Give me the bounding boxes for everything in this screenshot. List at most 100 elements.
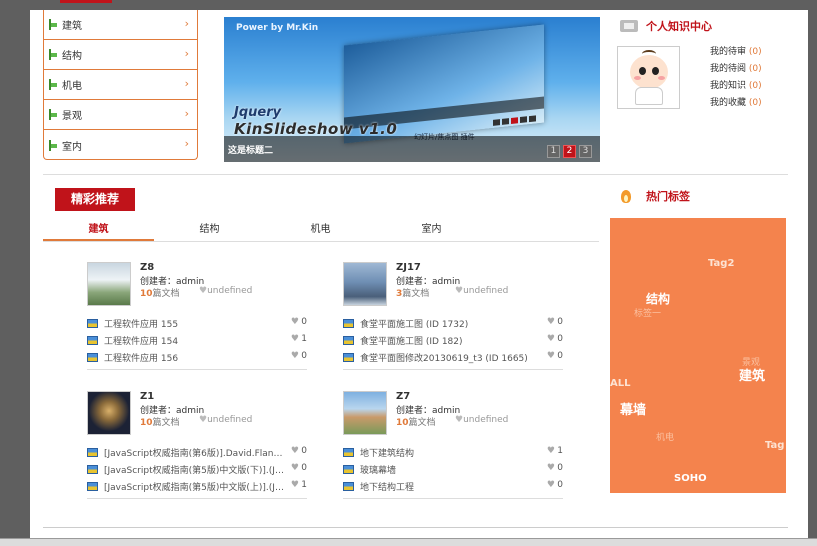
slideshow[interactable]: Power by Mr.Kin Jquery KinSlideshow v1.0… — [224, 17, 600, 162]
tag-item[interactable]: 幕墙 — [620, 399, 646, 418]
card-code[interactable]: Z1 — [140, 391, 154, 402]
personal-center-links: 我的待审 (0) 我的待阅 (0) 我的知识 (0) 我的收藏 (0) — [710, 44, 762, 112]
book-icon — [343, 448, 354, 457]
slideshow-caption: 这是标题二 — [228, 146, 274, 156]
top-strip — [0, 0, 817, 10]
tag-item[interactable]: ALL — [610, 378, 630, 389]
mailbox-icon — [620, 20, 638, 32]
list-item[interactable]: 食堂平面施工图 (ID 1732) ♥ 0 — [343, 316, 563, 333]
card-like[interactable]: ♥undefined — [455, 415, 508, 425]
tab-architecture[interactable]: 建筑 — [43, 220, 154, 241]
tag-item[interactable]: Tag2 — [708, 258, 734, 269]
card-code[interactable]: Z7 — [396, 391, 410, 402]
avatar[interactable] — [617, 46, 680, 109]
tag-item[interactable]: 结构 — [646, 290, 670, 307]
slideshow-page-button[interactable]: 2 — [563, 145, 576, 158]
chevron-right-icon: › — [184, 107, 189, 120]
book-icon — [87, 319, 98, 328]
link-my-knowledge[interactable]: 我的知识 (0) — [710, 78, 762, 95]
list-item[interactable]: 工程软件应用 155 ♥ 0 — [87, 316, 307, 333]
book-icon — [343, 465, 354, 474]
category-label: 室内 — [62, 141, 82, 153]
list-item[interactable]: 食堂平面施工图 (ID 182) ♥ 0 — [343, 333, 563, 350]
heart-icon: ♥ — [290, 463, 299, 473]
card-doc-count: 10篇文档 — [396, 418, 436, 428]
category-item-mep[interactable]: 机电 › — [44, 70, 197, 100]
heart-icon: ♥ — [546, 446, 555, 456]
book-icon — [343, 319, 354, 328]
list-item[interactable]: [JavaScript权威指南(第5版)中文版(上)].(Java... ♥ 1 — [87, 479, 307, 496]
book-icon — [343, 482, 354, 491]
heart-icon: ♥ — [546, 463, 555, 473]
flag-icon — [48, 139, 59, 151]
book-icon — [87, 482, 98, 491]
heart-icon: ♥ — [290, 446, 299, 456]
heart-icon: ♥ — [290, 480, 299, 490]
card-code[interactable]: ZJ17 — [396, 262, 421, 273]
card-thumbnail[interactable] — [87, 391, 131, 435]
category-item-structure[interactable]: 结构 › — [44, 40, 197, 70]
card-doc-count: 3篇文档 — [396, 289, 430, 299]
card-thumbnail[interactable] — [343, 262, 387, 306]
list-item[interactable]: [JavaScript权威指南(第5版)中文版(下)].(Java... ♥ 0 — [87, 462, 307, 479]
featured-tabs: 建筑 结构 机电 室内 — [43, 220, 599, 242]
book-icon — [87, 448, 98, 457]
tag-item[interactable]: 机电 — [656, 430, 674, 443]
card-doc-count: 10篇文档 — [140, 289, 180, 299]
book-icon — [343, 336, 354, 345]
list-item[interactable]: [JavaScript权威指南(第6版)].David.Flanaga... ♥ 0 — [87, 445, 307, 462]
chevron-right-icon: › — [184, 47, 189, 60]
slideshow-page-button[interactable]: 3 — [579, 145, 592, 158]
card-code[interactable]: Z8 — [140, 262, 154, 273]
link-my-pending-read[interactable]: 我的待阅 (0) — [710, 61, 762, 78]
personal-center-title: 个人知识中心 — [646, 20, 712, 33]
hot-tags-header: 热门标签 — [620, 188, 690, 204]
card-thumbnail[interactable] — [343, 391, 387, 435]
card-like[interactable]: ♥undefined — [199, 415, 252, 425]
card-like[interactable]: ♥undefined — [455, 286, 508, 296]
tab-structure[interactable]: 结构 — [154, 220, 265, 241]
heart-icon: ♥ — [199, 286, 208, 296]
divider — [43, 174, 788, 175]
page-content: 建筑 › 结构 › 机电 › 景观 › 室内 › Power by Mr.Kin — [30, 10, 808, 540]
category-label: 机电 — [62, 81, 82, 92]
flag-icon — [48, 79, 59, 90]
category-item-interior[interactable]: 室内 › — [44, 130, 197, 160]
book-icon — [343, 353, 354, 362]
slideshow-caption-bar: 这是标题二 — [224, 136, 600, 162]
card-thumbnail[interactable] — [87, 262, 131, 306]
slideshow-pager: 1 2 3 — [547, 145, 592, 158]
heart-icon: ♥ — [546, 480, 555, 490]
chevron-right-icon: › — [184, 77, 189, 90]
category-item-architecture[interactable]: 建筑 › — [44, 10, 197, 40]
tag-item[interactable]: 标签一 — [634, 306, 661, 319]
tab-mep[interactable]: 机电 — [265, 220, 376, 241]
card-doc-count: 10篇文档 — [140, 418, 180, 428]
list-item[interactable]: 工程软件应用 156 ♥ 0 — [87, 350, 307, 367]
brand-line1: Jquery — [234, 105, 282, 120]
tag-item[interactable]: 建筑 — [739, 365, 765, 384]
link-my-pending-review[interactable]: 我的待审 (0) — [710, 44, 762, 61]
tag-item[interactable]: SOHO — [674, 473, 707, 484]
top-accent — [60, 0, 112, 3]
chevron-right-icon: › — [184, 17, 189, 30]
tag-cloud: Tag2 结构 标签一 景观 建筑 ALL 幕墙 机电 Tag SOHO — [610, 218, 786, 493]
list-item[interactable]: 地下建筑结构 ♥ 1 — [343, 445, 563, 462]
flag-icon — [48, 109, 59, 120]
category-item-landscape[interactable]: 景观 › — [44, 100, 197, 130]
category-list: 建筑 › 结构 › 机电 › 景观 › 室内 › — [43, 10, 198, 160]
tag-item[interactable]: Tag — [765, 440, 784, 451]
fire-icon — [620, 188, 632, 204]
card-like[interactable]: ♥undefined — [199, 286, 252, 296]
slideshow-page-button[interactable]: 1 — [547, 145, 560, 158]
list-item[interactable]: 玻璃幕墙 ♥ 0 — [343, 462, 563, 479]
list-item[interactable]: 地下结构工程 ♥ 0 — [343, 479, 563, 496]
book-icon — [87, 353, 98, 362]
link-my-favorites[interactable]: 我的收藏 (0) — [710, 95, 762, 112]
category-label: 结构 — [62, 51, 82, 62]
slideshow-brand: Jquery KinSlideshow v1.0 — [234, 105, 397, 138]
tab-interior[interactable]: 室内 — [376, 220, 487, 241]
heart-icon: ♥ — [455, 286, 464, 296]
list-item[interactable]: 食堂平面图修改20130619_t3 (ID 1665) ♥ 0 — [343, 350, 563, 367]
list-item[interactable]: 工程软件应用 154 ♥ 1 — [87, 333, 307, 350]
